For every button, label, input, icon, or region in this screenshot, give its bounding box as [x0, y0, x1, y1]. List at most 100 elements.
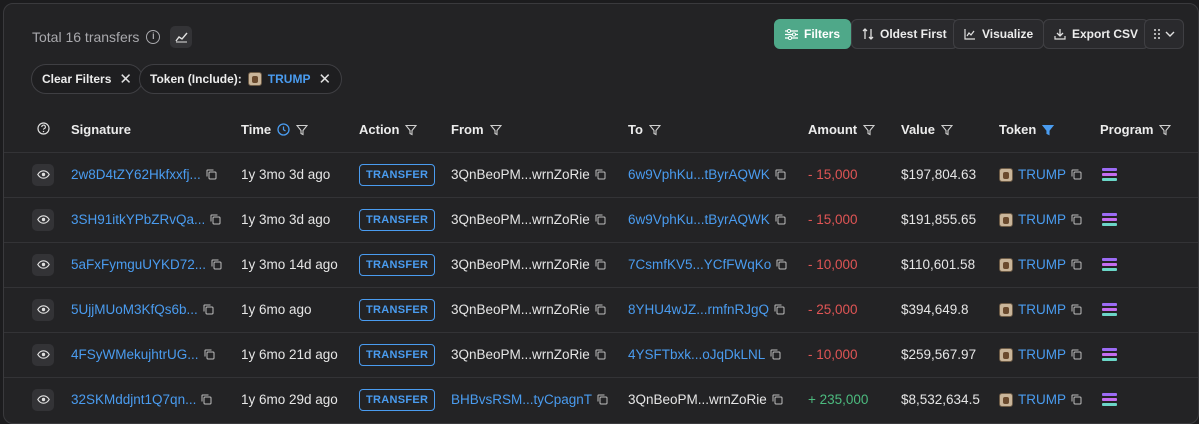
- filter-icon[interactable]: [489, 124, 502, 136]
- eye-icon[interactable]: [32, 388, 54, 411]
- clock-icon[interactable]: [277, 123, 290, 136]
- sort-button[interactable]: Oldest First: [851, 19, 958, 49]
- chart-icon[interactable]: [170, 26, 193, 48]
- signature-link[interactable]: 4FSyWMekujhtrUG...: [71, 347, 199, 362]
- token-link[interactable]: TRUMP: [1018, 392, 1066, 407]
- token-link[interactable]: TRUMP: [1018, 302, 1066, 317]
- solana-program-icon[interactable]: [1102, 348, 1198, 361]
- token-filter-prefix: Token (Include):: [150, 72, 242, 86]
- close-icon[interactable]: ✕: [318, 70, 331, 88]
- signature-link[interactable]: 2w8D4tZY62Hkfxxfj...: [71, 167, 201, 182]
- row-view-cell: [4, 196, 71, 242]
- table-row[interactable]: 5aFxFymguUYKD72... 1y 3mo 14d ago TRANSF…: [4, 241, 1198, 287]
- to-address[interactable]: 3QnBeoPM...wrnZoRie: [628, 392, 767, 407]
- copy-icon[interactable]: [1071, 394, 1082, 405]
- copy-icon[interactable]: [1071, 214, 1082, 225]
- copy-icon[interactable]: [776, 259, 787, 270]
- token-link[interactable]: TRUMP: [1018, 347, 1066, 362]
- copy-icon[interactable]: [595, 349, 606, 360]
- eye-icon[interactable]: [32, 253, 54, 276]
- copy-icon[interactable]: [772, 394, 783, 405]
- from-address[interactable]: 3QnBeoPM...wrnZoRie: [451, 167, 590, 182]
- signature-link[interactable]: 5UjjMUoM3KfQs6b...: [71, 302, 198, 317]
- solana-program-icon[interactable]: [1102, 303, 1198, 316]
- table-row[interactable]: 32SKMddjnt1Q7qn... 1y 6mo 29d ago TRANSF…: [4, 376, 1198, 422]
- table-row[interactable]: 2w8D4tZY62Hkfxxfj... 1y 3mo 3d ago TRANS…: [4, 151, 1198, 197]
- copy-icon[interactable]: [775, 169, 786, 180]
- filter-icon[interactable]: [405, 124, 418, 136]
- value-text: $394,649.8: [901, 302, 969, 317]
- filter-icon[interactable]: [648, 124, 661, 136]
- copy-icon[interactable]: [597, 394, 608, 405]
- to-cell: 6w9VphKu...tByrAQWK: [628, 151, 808, 197]
- copy-icon[interactable]: [770, 349, 781, 360]
- copy-icon[interactable]: [774, 304, 785, 315]
- token-link[interactable]: TRUMP: [1018, 212, 1066, 227]
- to-address[interactable]: 4YSFTbxk...oJqDkLNL: [628, 347, 765, 362]
- help-circle-icon[interactable]: [37, 122, 50, 135]
- clear-filters-chip[interactable]: Clear Filters ✕: [31, 64, 143, 94]
- visualize-button[interactable]: Visualize: [953, 19, 1045, 49]
- table-row[interactable]: 5UjjMUoM3KfQs6b... 1y 6mo ago TRANSFER 3…: [4, 286, 1198, 332]
- filter-icon[interactable]: [863, 124, 876, 136]
- token-filter-chip[interactable]: Token (Include): TRUMP ✕: [139, 64, 343, 94]
- close-icon[interactable]: ✕: [119, 70, 132, 88]
- copy-icon[interactable]: [595, 214, 606, 225]
- more-options-button[interactable]: [1144, 19, 1184, 49]
- filters-button[interactable]: Filters: [774, 19, 852, 49]
- copy-icon[interactable]: [210, 214, 221, 225]
- export-csv-button[interactable]: Export CSV: [1043, 19, 1150, 49]
- copy-icon[interactable]: [203, 304, 214, 315]
- from-address[interactable]: BHBvsRSM...tyCpagnT: [451, 392, 592, 407]
- copy-icon[interactable]: [1071, 349, 1082, 360]
- signature-link[interactable]: 32SKMddjnt1Q7qn...: [71, 392, 196, 407]
- column-label: Amount: [808, 122, 858, 138]
- copy-icon[interactable]: [595, 304, 606, 315]
- from-address[interactable]: 3QnBeoPM...wrnZoRie: [451, 212, 590, 227]
- copy-icon[interactable]: [204, 349, 215, 360]
- action-cell: TRANSFER: [359, 196, 451, 242]
- copy-icon[interactable]: [1071, 259, 1082, 270]
- table-row[interactable]: 4FSyWMekujhtrUG... 1y 6mo 21d ago TRANSF…: [4, 331, 1198, 377]
- solana-program-icon[interactable]: [1102, 258, 1198, 271]
- to-address[interactable]: 7CsmfKV5...YCfFWqKo: [628, 257, 771, 272]
- to-address[interactable]: 8YHU4wJZ...rmfnRJgQ: [628, 302, 769, 317]
- signature-link[interactable]: 5aFxFymguUYKD72...: [71, 257, 206, 272]
- copy-icon[interactable]: [201, 394, 212, 405]
- signature-cell: 2w8D4tZY62Hkfxxfj...: [71, 151, 241, 197]
- filter-icon[interactable]: [296, 124, 309, 136]
- sort-arrows-icon: [862, 28, 874, 40]
- from-cell: 3QnBeoPM...wrnZoRie: [451, 241, 628, 287]
- token-cell: TRUMP: [999, 376, 1100, 422]
- copy-icon[interactable]: [595, 259, 606, 270]
- token-link[interactable]: TRUMP: [1018, 167, 1066, 182]
- time-cell: 1y 3mo 3d ago: [241, 151, 359, 197]
- copy-icon[interactable]: [1071, 169, 1082, 180]
- solana-program-icon[interactable]: [1102, 213, 1198, 226]
- to-address[interactable]: 6w9VphKu...tByrAQWK: [628, 212, 770, 227]
- trump-token-icon: [999, 212, 1013, 227]
- from-address[interactable]: 3QnBeoPM...wrnZoRie: [451, 302, 590, 317]
- action-badge: TRANSFER: [359, 163, 436, 186]
- copy-icon[interactable]: [211, 259, 222, 270]
- solana-program-icon[interactable]: [1102, 168, 1198, 181]
- filter-active-icon[interactable]: [1042, 124, 1055, 136]
- copy-icon[interactable]: [775, 214, 786, 225]
- eye-icon[interactable]: [32, 163, 54, 186]
- signature-link[interactable]: 3SH91itkYPbZRvQa...: [71, 212, 205, 227]
- copy-icon[interactable]: [595, 169, 606, 180]
- eye-icon[interactable]: [32, 343, 54, 366]
- from-address[interactable]: 3QnBeoPM...wrnZoRie: [451, 347, 590, 362]
- eye-icon[interactable]: [32, 298, 54, 321]
- eye-icon[interactable]: [32, 208, 54, 231]
- to-address[interactable]: 6w9VphKu...tByrAQWK: [628, 167, 770, 182]
- from-address[interactable]: 3QnBeoPM...wrnZoRie: [451, 257, 590, 272]
- filter-icon[interactable]: [1159, 124, 1172, 136]
- copy-icon[interactable]: [1071, 304, 1082, 315]
- table-row[interactable]: 3SH91itkYPbZRvQa... 1y 3mo 3d ago TRANSF…: [4, 196, 1198, 242]
- token-link[interactable]: TRUMP: [1018, 257, 1066, 272]
- info-icon[interactable]: i: [146, 30, 161, 44]
- copy-icon[interactable]: [206, 169, 217, 180]
- filter-icon[interactable]: [940, 124, 953, 136]
- solana-program-icon[interactable]: [1102, 393, 1198, 407]
